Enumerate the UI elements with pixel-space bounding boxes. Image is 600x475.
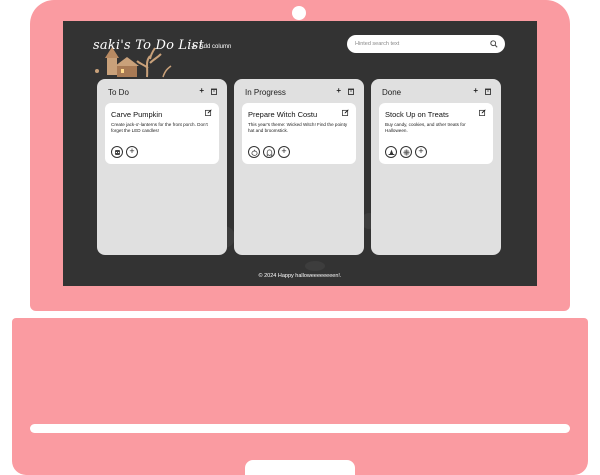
- search-bar: [347, 35, 505, 53]
- pumpkin-icon[interactable]: [248, 146, 260, 158]
- witch-hat-icon[interactable]: [385, 146, 397, 158]
- laptop-front-notch: [245, 460, 355, 475]
- column-title: To Do: [108, 88, 129, 97]
- column-todo: To Do + Carve Pumpkin Create jack-o'-lan…: [97, 79, 227, 255]
- delete-column-icon[interactable]: [348, 88, 354, 95]
- column-in-progress: In Progress + Prepare Witch Costu This y…: [234, 79, 364, 255]
- column-title: In Progress: [245, 88, 286, 97]
- ghost-icon[interactable]: [263, 146, 275, 158]
- add-card-button[interactable]: +: [199, 87, 204, 95]
- card-description: Buy candy, cookies, and other treats for…: [385, 122, 466, 133]
- delete-column-icon[interactable]: [211, 88, 217, 95]
- frankenstein-icon[interactable]: [111, 146, 123, 158]
- card-title: Carve Pumpkin: [111, 110, 163, 119]
- add-card-button[interactable]: +: [473, 87, 478, 95]
- add-icon[interactable]: +: [415, 146, 427, 158]
- edit-icon[interactable]: [342, 109, 349, 116]
- background-decoration: [305, 261, 325, 271]
- app-screen: saki's To Do List + Add column To Do + C…: [63, 21, 537, 286]
- edit-icon[interactable]: [205, 109, 212, 116]
- edit-icon[interactable]: [479, 109, 486, 116]
- card-title: Prepare Witch Costu: [248, 110, 318, 119]
- card-title: Stock Up on Treats: [385, 110, 449, 119]
- plus-icon: +: [191, 42, 196, 51]
- add-column-button[interactable]: + Add column: [191, 43, 231, 51]
- search-icon[interactable]: [490, 40, 498, 48]
- laptop-base: [12, 318, 588, 475]
- add-icon[interactable]: +: [278, 146, 290, 158]
- laptop-hinge: [30, 311, 570, 318]
- task-card[interactable]: Prepare Witch Costu This year's theme: W…: [242, 103, 356, 164]
- column-done: Done + Stock Up on Treats Buy candy, coo…: [371, 79, 501, 255]
- add-column-label: Add column: [199, 44, 232, 50]
- card-description: This year's theme: Wicked Witch! Find th…: [248, 122, 348, 133]
- card-description: Create jack-o'-lanterns for the front po…: [111, 122, 208, 133]
- search-input[interactable]: [355, 41, 491, 47]
- camera-icon: [292, 6, 306, 20]
- keyboard-slot: [30, 424, 570, 433]
- add-card-button[interactable]: +: [336, 87, 341, 95]
- app-title: saki's To Do List: [93, 38, 204, 53]
- column-title: Done: [382, 88, 402, 97]
- add-icon[interactable]: +: [126, 146, 138, 158]
- spider-web-icon[interactable]: [400, 146, 412, 158]
- delete-column-icon[interactable]: [485, 88, 491, 95]
- task-card[interactable]: Stock Up on Treats Buy candy, cookies, a…: [379, 103, 493, 164]
- task-card[interactable]: Carve Pumpkin Create jack-o'-lanterns fo…: [105, 103, 219, 164]
- footer-copyright: © 2024 Happy halloweeeeeeeen!.: [258, 273, 342, 279]
